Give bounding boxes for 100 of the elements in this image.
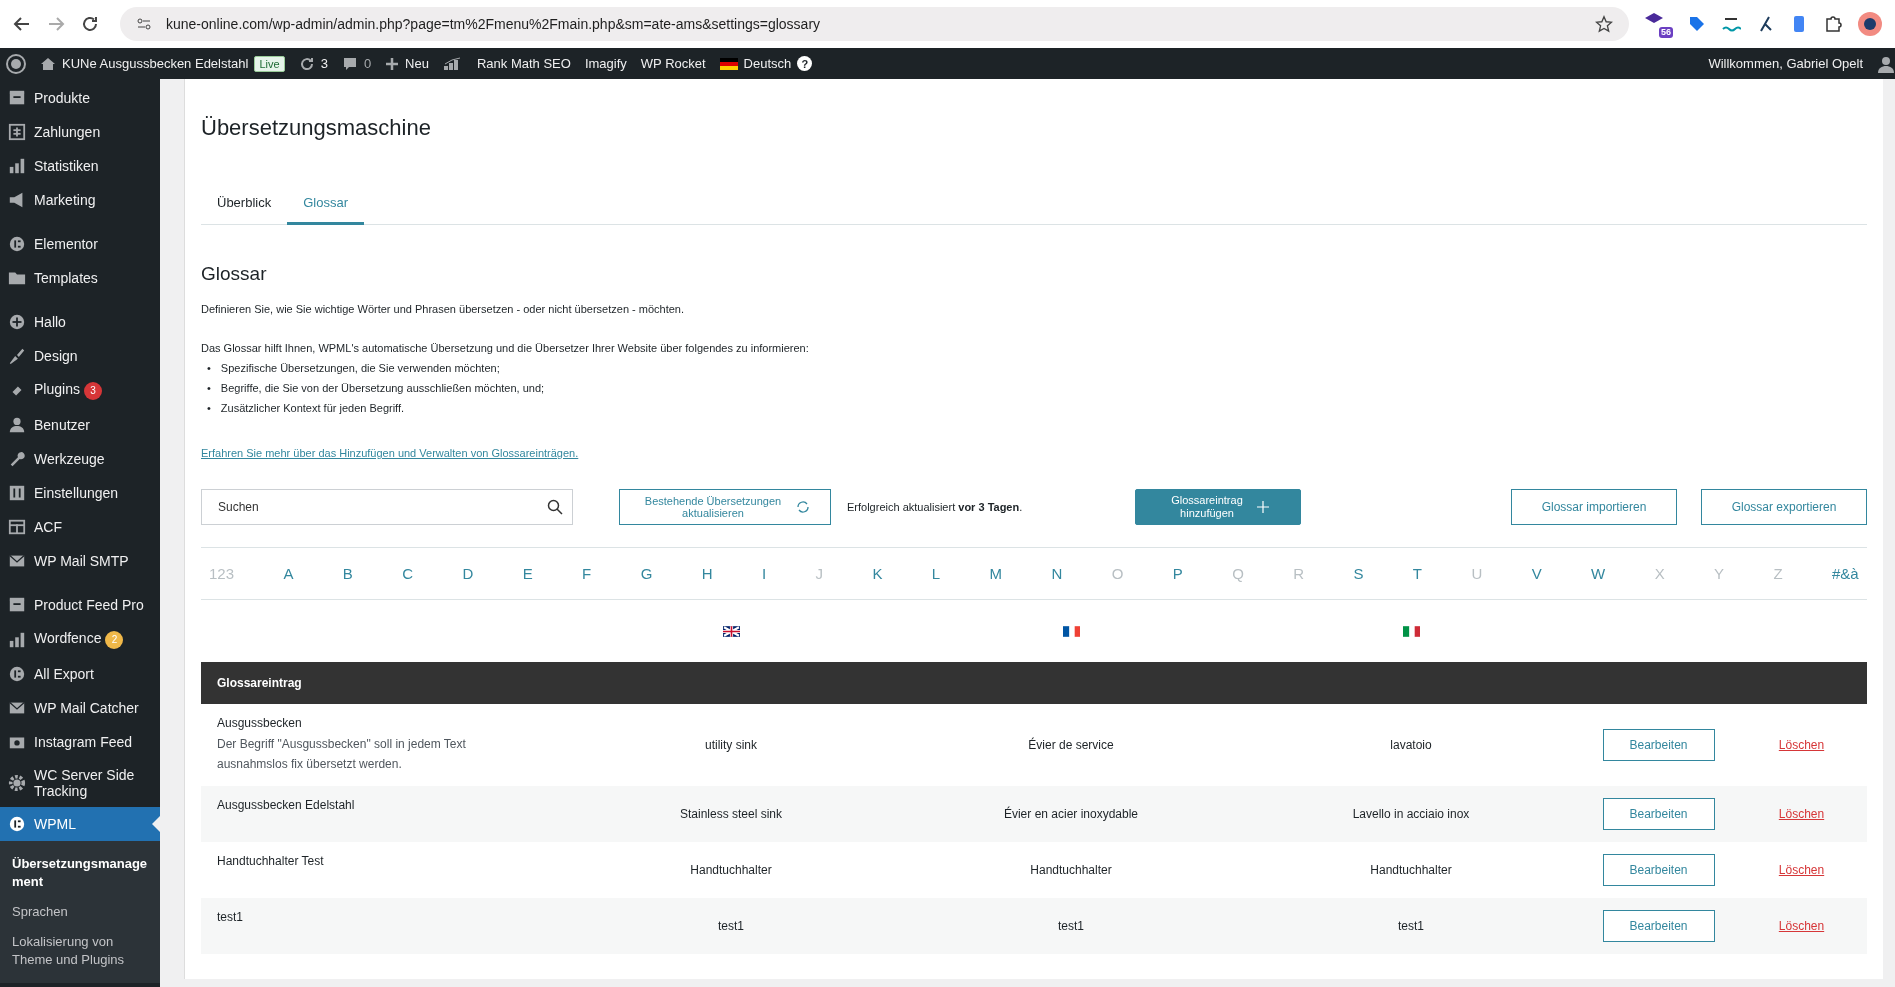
sidebar-item[interactable]: Wordfence 2 (0, 622, 160, 657)
admin-bar-link[interactable]: Imagify (584, 56, 627, 71)
letter-filter[interactable]: S (1353, 565, 1364, 582)
refresh-icon (796, 500, 810, 514)
letter-filter[interactable]: W (1591, 565, 1606, 582)
letter-filter[interactable]: E (522, 565, 533, 582)
address-bar[interactable]: kune-online.com/wp-admin/admin.php?page=tm%2Fmenu%2Fmain.php&sm=ate-ams&settings=glossary (120, 7, 1629, 41)
plus-icon (1257, 501, 1269, 513)
flag-icon (1402, 625, 1420, 637)
profile-avatar-icon[interactable] (1857, 11, 1883, 37)
plus-circle-icon (8, 313, 26, 331)
puzzle-icon[interactable] (1823, 14, 1843, 34)
letter-filter[interactable]: F (582, 565, 592, 582)
letter-filter[interactable]: B (342, 565, 353, 582)
sidebar-item[interactable]: Hallo (0, 305, 160, 339)
tray-icon (8, 89, 26, 107)
refresh-icon[interactable] (298, 55, 315, 72)
sidebar-item[interactable]: Plugins 3 (0, 373, 160, 408)
import-button[interactable]: Glossar importieren (1511, 489, 1677, 525)
tag-icon[interactable] (1687, 14, 1707, 34)
submenu-item[interactable]: Übersetzungsmanagement (0, 849, 160, 897)
new-link[interactable]: Neu (405, 56, 429, 71)
sidebar-item[interactable]: WP Mail Catcher (0, 691, 160, 725)
translation-text: test1 (718, 919, 744, 933)
letter-filter[interactable]: A (283, 565, 294, 582)
wordpress-logo-icon[interactable] (6, 53, 26, 74)
search-field[interactable]: Suchen (201, 489, 573, 525)
page-title: Übersetzungsmaschine (201, 114, 432, 141)
user-icon[interactable] (1877, 54, 1895, 73)
sidebar-item[interactable]: Elementor (0, 227, 160, 261)
search-icon[interactable] (547, 499, 563, 515)
letter-filter[interactable]: V (1531, 565, 1542, 582)
letter-filter[interactable]: G (640, 565, 653, 582)
letter-filter[interactable]: #&à (1832, 565, 1859, 582)
sidebar-item[interactable]: All Export (0, 657, 160, 691)
letter-filter[interactable]: P (1172, 565, 1183, 582)
letter-filter[interactable]: L (931, 565, 941, 582)
admin-bar-link[interactable]: WP Rocket (640, 56, 706, 71)
sidebar-item[interactable]: Instagram Feed (0, 725, 160, 759)
sidebar-item[interactable]: Product Feed Pro (0, 588, 160, 622)
letter-filter[interactable]: D (462, 565, 474, 582)
flag-icon (722, 625, 740, 637)
home-icon[interactable] (40, 55, 56, 72)
refresh-button[interactable]: Bestehende Übersetzungen aktualisieren (619, 489, 831, 525)
translation-text: Handtuchhalter (1370, 863, 1452, 877)
term-text: Handtuchhalter Test (217, 854, 325, 868)
sidebar-item[interactable]: WC Server Side Tracking (0, 759, 160, 807)
sidebar-item[interactable]: ACF (0, 510, 160, 544)
status-text: Erfolgreich aktualisiert vor 3 Tagen. (847, 501, 1024, 513)
section-heading: Glossar (201, 263, 268, 285)
bar-chart-icon[interactable] (442, 56, 463, 71)
letter-filter[interactable]: K (872, 565, 883, 582)
submenu-item[interactable]: Sprachen (0, 897, 160, 927)
letter-filter[interactable]: H (701, 565, 713, 582)
sidebar-item[interactable]: Marketing (0, 183, 160, 217)
sidebar-item[interactable]: Einstellungen (0, 476, 160, 510)
admin-bar-link[interactable]: Rank Math SEO (476, 56, 571, 71)
language-link[interactable]: Deutsch (743, 56, 792, 71)
plus-icon[interactable] (385, 56, 400, 71)
sidebar-item[interactable]: Statistiken (0, 149, 160, 183)
edit-button[interactable]: Bearbeiten (1602, 729, 1715, 761)
sidebar-item[interactable]: WP Mail SMTP (0, 544, 160, 578)
letter-filter[interactable]: T (1412, 565, 1423, 582)
tab[interactable]: Glossar (287, 183, 364, 225)
term-text: test1 (217, 910, 244, 924)
sidebar-item[interactable]: Design (0, 339, 160, 373)
sidebar-item[interactable]: Benutzer (0, 408, 160, 442)
learn-more-link[interactable]: Erfahren Sie mehr über das Hinzufügen und Verwalten von Glossareinträgen. (201, 447, 579, 459)
sliders-icon (8, 484, 26, 502)
site-settings-icon[interactable] (136, 16, 152, 32)
letter-filter[interactable]: C (402, 565, 414, 582)
edit-button[interactable]: Bearbeiten (1602, 798, 1715, 830)
reload-icon[interactable] (80, 14, 100, 34)
help-icon[interactable]: ? (797, 56, 813, 71)
sidebar-item[interactable]: WPML (0, 807, 160, 841)
delete-link[interactable]: Löschen (1778, 738, 1825, 752)
edit-button[interactable]: Bearbeiten (1602, 854, 1715, 886)
greeting-link[interactable]: Willkommen, Gabriel Opelt (1708, 56, 1863, 71)
add-entry-button[interactable]: Glossareintrag hinzufügen (1135, 489, 1301, 525)
site-name-link[interactable]: KUNe Ausgussbecken Edelstahl (62, 56, 249, 71)
sidebar-item[interactable]: Werkzeuge (0, 442, 160, 476)
letter-filter[interactable]: I (761, 565, 767, 582)
letter-filter[interactable]: M (989, 565, 1003, 582)
translation-text: utility sink (705, 738, 757, 752)
circle-icon (8, 235, 26, 253)
export-button[interactable]: Glossar exportieren (1701, 489, 1867, 525)
delete-link[interactable]: Löschen (1778, 807, 1825, 821)
tab[interactable]: Überblick (201, 183, 288, 225)
edit-button[interactable]: Bearbeiten (1602, 910, 1715, 942)
bar-chart-icon (8, 630, 26, 649)
delete-link[interactable]: Löschen (1778, 919, 1825, 933)
translation-text: Évier de service (1028, 738, 1114, 752)
comment-icon[interactable] (341, 55, 358, 72)
sidebar-item[interactable]: Zahlungen (0, 115, 160, 149)
sidebar-item[interactable]: Produkte (0, 81, 160, 115)
delete-link[interactable]: Löschen (1778, 863, 1825, 877)
star-icon[interactable] (1595, 15, 1613, 33)
submenu-item[interactable]: Lokalisierung von Theme und Plugins (0, 927, 160, 975)
letter-filter[interactable]: N (1051, 565, 1063, 582)
sidebar-item[interactable]: Templates (0, 261, 160, 295)
